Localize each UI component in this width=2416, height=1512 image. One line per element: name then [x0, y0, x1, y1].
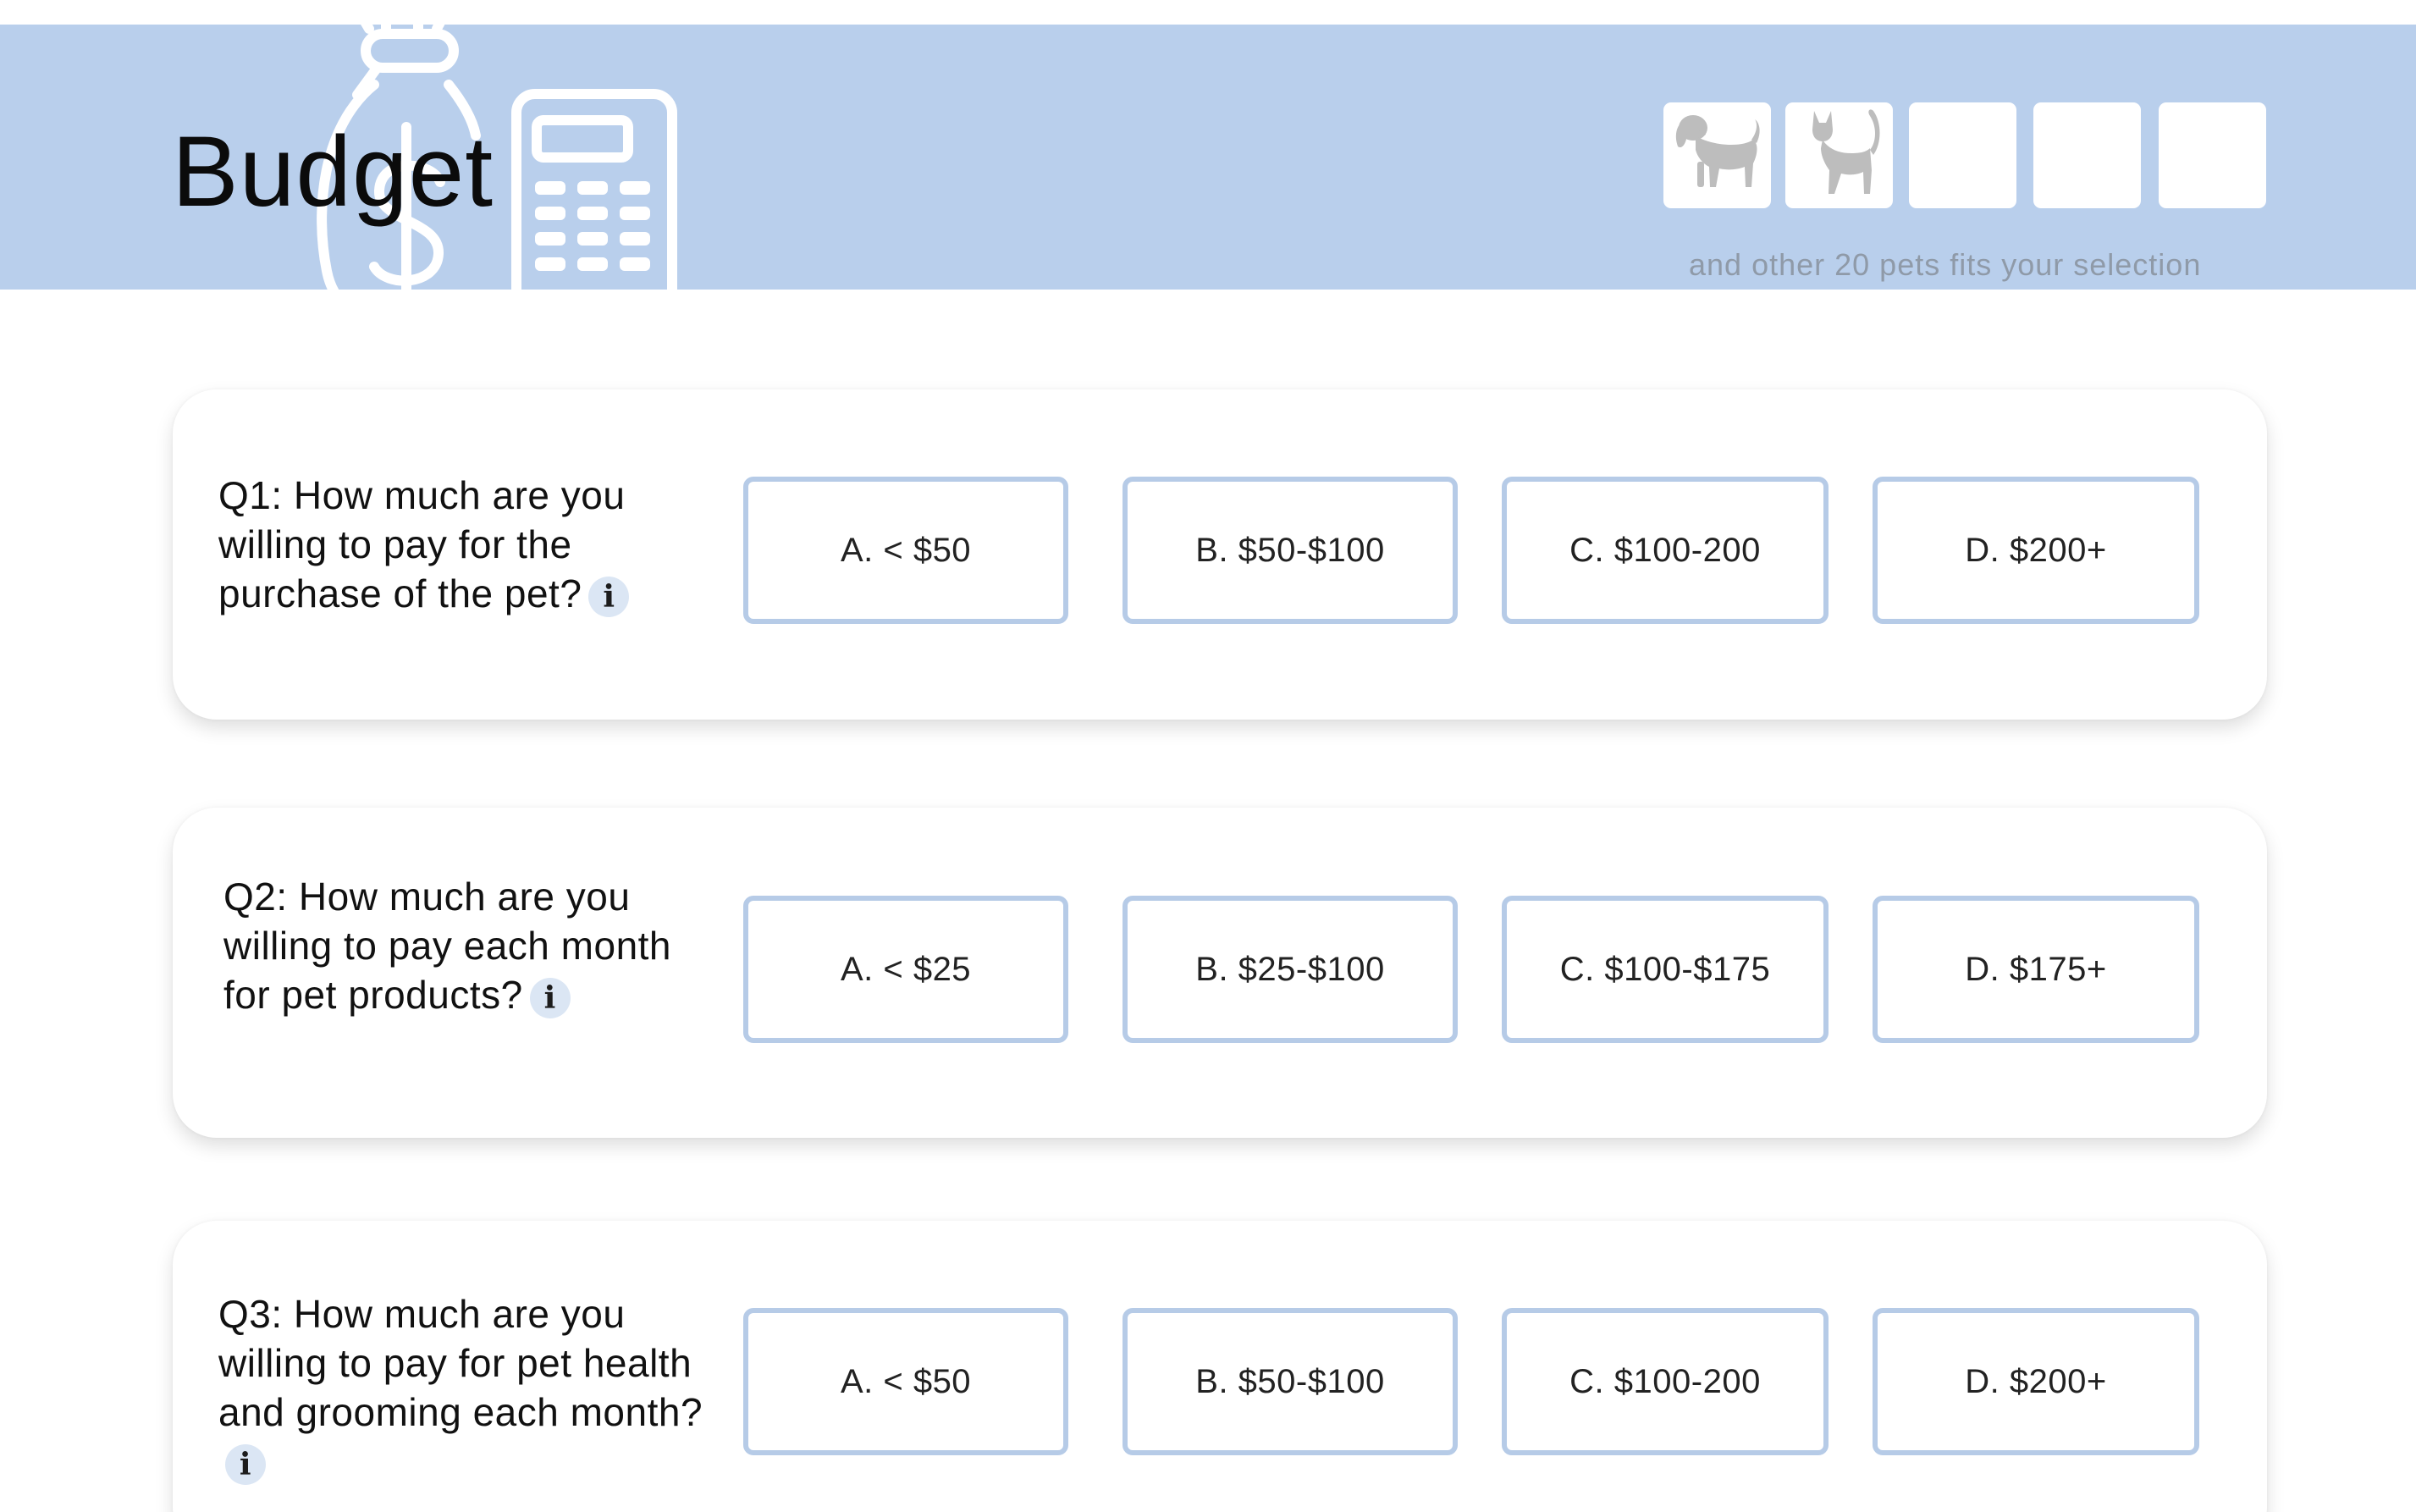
question-label: Q1: How much are you willing to pay for … [218, 473, 626, 615]
answer-option-b[interactable]: B. $50-$100 [1123, 477, 1458, 624]
question-card-1: Q1: How much are you willing to pay for … [173, 389, 2267, 720]
answer-option-d[interactable]: D. $175+ [1873, 896, 2199, 1043]
matched-pets-note: and other 20 pets fits your selection [1689, 247, 2202, 282]
question-text: Q2: How much are you willing to pay each… [223, 872, 723, 1019]
question-label: Q3: How much are you willing to pay for … [218, 1292, 703, 1434]
pet-tile-cat[interactable] [1785, 102, 1893, 208]
answer-option-d[interactable]: D. $200+ [1873, 477, 2199, 624]
answer-option-a[interactable]: A. < $25 [743, 896, 1068, 1043]
info-icon[interactable]: i [529, 977, 571, 1018]
question-text: Q1: How much are you willing to pay for … [218, 471, 718, 618]
answer-option-a[interactable]: A. < $50 [743, 1308, 1068, 1455]
pet-tile-empty[interactable] [1909, 102, 2016, 208]
answer-option-b[interactable]: B. $25-$100 [1123, 896, 1458, 1043]
pet-tile-dog[interactable] [1663, 102, 1771, 208]
page-title: Budget [172, 116, 494, 228]
info-icon[interactable]: i [588, 576, 630, 617]
budget-page: Budget and other 20 pets fits your selec… [0, 0, 2416, 1512]
answer-option-c[interactable]: C. $100-200 [1502, 1308, 1829, 1455]
question-card-2: Q2: How much are you willing to pay each… [173, 808, 2267, 1138]
pet-tile-empty[interactable] [2159, 102, 2266, 208]
question-label: Q2: How much are you willing to pay each… [223, 875, 672, 1017]
answer-option-d[interactable]: D. $200+ [1873, 1308, 2199, 1455]
info-icon[interactable]: i [225, 1443, 266, 1485]
question-card-3: Q3: How much are you willing to pay for … [173, 1221, 2267, 1512]
header-band: Budget and other 20 pets fits your selec… [0, 25, 2416, 290]
dog-icon [1675, 115, 1760, 187]
answer-option-c[interactable]: C. $100-$175 [1502, 896, 1829, 1043]
answer-option-c[interactable]: C. $100-200 [1502, 477, 1829, 624]
matched-pets-strip [1663, 102, 2266, 208]
answer-option-b[interactable]: B. $50-$100 [1123, 1308, 1458, 1455]
answer-option-a[interactable]: A. < $50 [743, 477, 1068, 624]
cat-icon [1812, 109, 1880, 194]
pet-tile-empty[interactable] [2033, 102, 2141, 208]
calculator-keys [535, 181, 650, 271]
question-text: Q3: How much are you willing to pay for … [218, 1289, 718, 1486]
